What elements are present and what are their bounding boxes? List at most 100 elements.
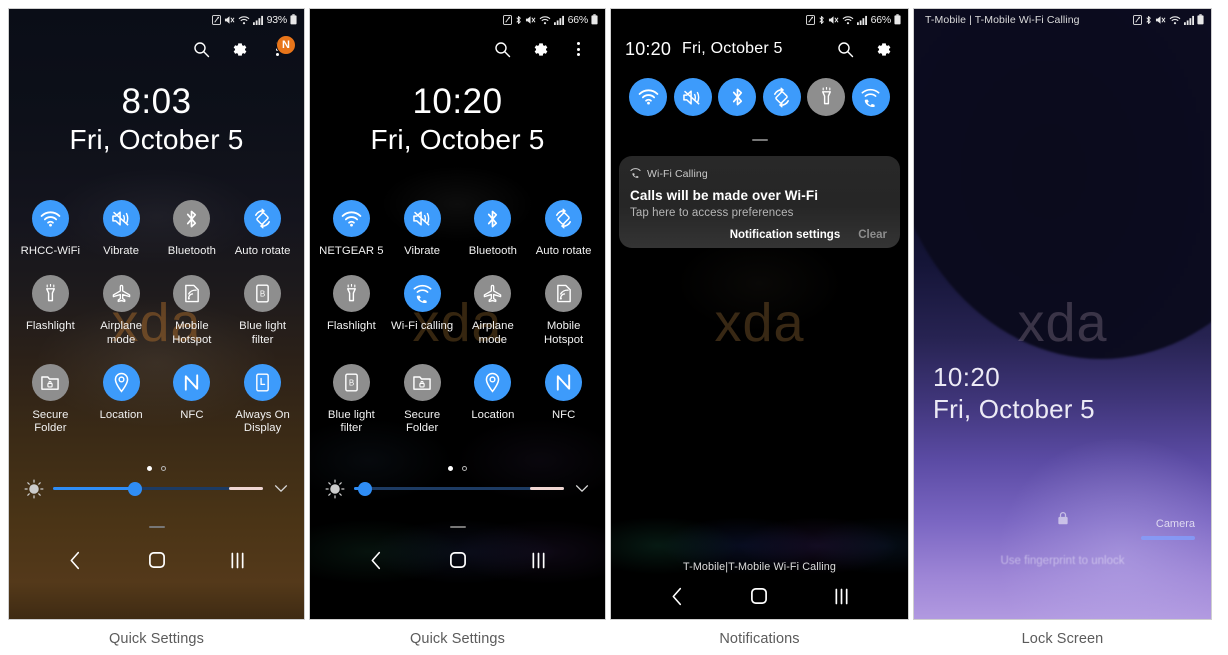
toggle-nfc[interactable]: NFC	[528, 363, 599, 437]
chevron-down-icon[interactable]	[573, 484, 591, 493]
wifi-icon	[238, 15, 250, 25]
panel-lock-screen: xda T-Mobile | T-Mobile Wi-Fi Calling 10…	[913, 8, 1212, 647]
gear-icon[interactable]	[228, 38, 250, 60]
toggle-secure-folder[interactable]: Secure Folder	[15, 363, 86, 437]
recents-button[interactable]	[226, 548, 250, 572]
toggle-label: Auto rotate	[234, 245, 291, 258]
back-button[interactable]	[666, 584, 690, 608]
notification-app-row: Wi-Fi Calling	[630, 165, 889, 183]
toggle-wifi-calling[interactable]: Wi-Fi calling	[387, 275, 458, 348]
toggle-label: Bluetooth	[167, 245, 216, 258]
back-button[interactable]	[365, 548, 389, 572]
page-dots-2	[310, 466, 605, 472]
location-pin-icon	[102, 363, 140, 401]
notification-title: Calls will be made over Wi-Fi	[630, 188, 819, 203]
toggle-flashlight[interactable]: Flashlight	[15, 275, 86, 348]
home-button[interactable]	[145, 548, 169, 572]
panel-quick-settings-2: xda 66% 10:20 Fri, October 5 NETGEAR 5 V…	[309, 8, 606, 647]
camera-shortcut-bar[interactable]	[1141, 536, 1195, 540]
blue-light-filter-icon: B	[244, 275, 282, 313]
brightness-row-2	[310, 478, 605, 499]
wifi-icon	[332, 200, 370, 238]
page-dot[interactable]	[448, 466, 453, 472]
airplane-icon	[102, 275, 140, 313]
flashlight-icon[interactable]	[807, 78, 846, 116]
navigation-bar-1	[9, 541, 304, 579]
flashlight-icon	[31, 275, 69, 313]
toggle-bluetooth[interactable]: Bluetooth	[458, 200, 529, 259]
toggle-bluetooth[interactable]: Bluetooth	[157, 200, 228, 259]
search-icon[interactable]	[491, 38, 513, 60]
panel-handle-2[interactable]	[310, 515, 605, 533]
overflow-menu-icon[interactable]	[567, 38, 589, 60]
toggle-auto-rotate[interactable]: Auto rotate	[528, 200, 599, 259]
notifications-header: 10:20 Fri, October 5	[611, 30, 908, 68]
toggle-location[interactable]: Location	[86, 363, 157, 437]
brightness-thumb[interactable]	[127, 481, 142, 496]
vibrate-icon[interactable]	[673, 78, 712, 116]
toggle-vibrate[interactable]: Vibrate	[86, 200, 157, 259]
toggle-label: Location	[99, 408, 143, 421]
search-icon[interactable]	[834, 38, 856, 60]
toggle-location[interactable]: Location	[458, 363, 529, 437]
panel-caption-4: Lock Screen	[1021, 631, 1104, 647]
signal-icon	[856, 15, 867, 25]
toggle-vibrate[interactable]: Vibrate	[387, 200, 458, 259]
toggle-mobile-hotspot[interactable]: Mobile Hotspot	[157, 275, 228, 348]
recents-button[interactable]	[527, 548, 551, 572]
toggle-rhcc-wifi[interactable]: RHCC-WiFi	[15, 200, 86, 259]
battery-icon	[894, 14, 901, 25]
wifi-calling-icon	[630, 165, 641, 183]
toggle-blue-light-filter[interactable]: B Blue light filter	[227, 275, 298, 348]
toggle-netgear-wifi[interactable]: NETGEAR 5	[316, 200, 387, 259]
bluetooth-icon	[1145, 15, 1152, 25]
panel-handle-3[interactable]	[611, 128, 908, 146]
recents-button[interactable]	[829, 584, 853, 608]
quick-toggle-row	[611, 68, 908, 116]
bluetooth-icon[interactable]	[718, 78, 757, 116]
toggle-blue-light-filter[interactable]: B Blue light filter	[316, 363, 387, 437]
clock-time-2: 10:20	[412, 82, 503, 121]
page-dot[interactable]	[462, 466, 467, 472]
gear-icon[interactable]	[529, 38, 551, 60]
page-dot[interactable]	[161, 466, 166, 472]
signal-icon	[252, 15, 263, 25]
toggle-secure-folder[interactable]: Secure Folder	[387, 363, 458, 437]
wifi-icon[interactable]	[629, 78, 667, 116]
navigation-bar-3	[611, 577, 908, 615]
notification-card[interactable]: Wi-Fi Calling Calls will be made over Wi…	[619, 156, 900, 248]
brightness-slider[interactable]	[354, 481, 564, 496]
brightness-thumb[interactable]	[357, 481, 372, 496]
gear-icon[interactable]	[872, 38, 894, 60]
signal-icon	[553, 15, 564, 25]
toggle-mobile-hotspot[interactable]: Mobile Hotspot	[528, 275, 599, 348]
clear-button[interactable]: Clear	[858, 229, 887, 241]
auto-rotate-icon[interactable]	[762, 78, 801, 116]
page-dot[interactable]	[147, 466, 152, 472]
brightness-slider[interactable]	[53, 481, 263, 496]
toggle-airplane-mode[interactable]: Airplane mode	[458, 275, 529, 348]
mute-icon	[525, 15, 536, 25]
search-icon[interactable]	[190, 38, 212, 60]
wifi-calling-icon[interactable]	[851, 78, 890, 116]
toggle-airplane-mode[interactable]: Airplane mode	[86, 275, 157, 348]
bluetooth-icon	[515, 15, 522, 25]
vibrate-icon	[102, 200, 140, 238]
home-button[interactable]	[446, 548, 470, 572]
back-button[interactable]	[64, 548, 88, 572]
hotspot-icon	[173, 275, 211, 313]
status-bar-icons-2: 66%	[502, 14, 598, 26]
panel-handle-1[interactable]	[9, 515, 304, 533]
camera-shortcut-label[interactable]: Camera	[1156, 518, 1195, 530]
chevron-down-icon[interactable]	[272, 484, 290, 493]
mute-icon	[224, 15, 235, 25]
brightness-sun-icon	[23, 478, 44, 499]
home-button[interactable]	[747, 584, 771, 608]
toggle-nfc[interactable]: NFC	[157, 363, 228, 437]
auto-rotate-icon	[545, 200, 583, 238]
toggle-auto-rotate[interactable]: Auto rotate	[227, 200, 298, 259]
notification-settings-button[interactable]: Notification settings	[730, 229, 841, 241]
toggle-always-on-display[interactable]: Always On Display	[227, 363, 298, 437]
toggle-flashlight[interactable]: Flashlight	[316, 275, 387, 348]
notification-badge[interactable]: N	[276, 35, 296, 55]
